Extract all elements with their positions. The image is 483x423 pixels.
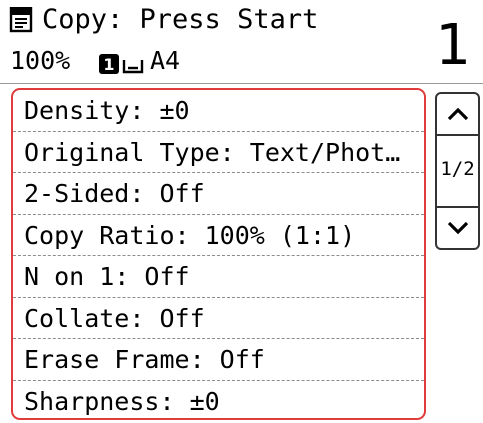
setting-erase-frame[interactable]: Erase Frame: Off — [13, 339, 424, 381]
scroll-down-button[interactable] — [437, 206, 478, 248]
copy-document-icon — [9, 7, 33, 33]
scroll-control: 1/2 — [435, 92, 480, 250]
page-indicator: 1/2 — [440, 158, 475, 180]
setting-collate[interactable]: Collate: Off — [13, 298, 424, 339]
screen-title: Copy: Press Start — [42, 4, 319, 35]
settings-list: Density: ±0 Original Type: Text/Phot… 2-… — [11, 88, 426, 420]
setting-original-type[interactable]: Original Type: Text/Phot… — [13, 132, 424, 173]
chevron-up-icon — [447, 107, 468, 121]
paper-tray-icon — [122, 60, 144, 74]
setting-n-on-1[interactable]: N on 1: Off — [13, 256, 424, 298]
setting-2-sided[interactable]: 2-Sided: Off — [13, 173, 424, 215]
setting-sharpness[interactable]: Sharpness: ±0 — [13, 381, 424, 419]
status-header: Copy: Press Start 100% 1 A4 1 — [0, 0, 483, 84]
scroll-up-button[interactable] — [437, 94, 478, 136]
copy-ratio-status: 100% — [10, 46, 71, 75]
paper-size-status: A4 — [150, 46, 181, 75]
copy-count[interactable]: 1 — [435, 12, 471, 80]
chevron-down-icon — [447, 221, 468, 235]
paper-drawer-icon: 1 — [99, 54, 119, 74]
setting-copy-ratio[interactable]: Copy Ratio: 100% (1:1) — [13, 215, 424, 256]
paper-source-number: 1 — [103, 55, 114, 74]
setting-density[interactable]: Density: ±0 — [13, 90, 424, 132]
header-divider — [0, 83, 483, 84]
